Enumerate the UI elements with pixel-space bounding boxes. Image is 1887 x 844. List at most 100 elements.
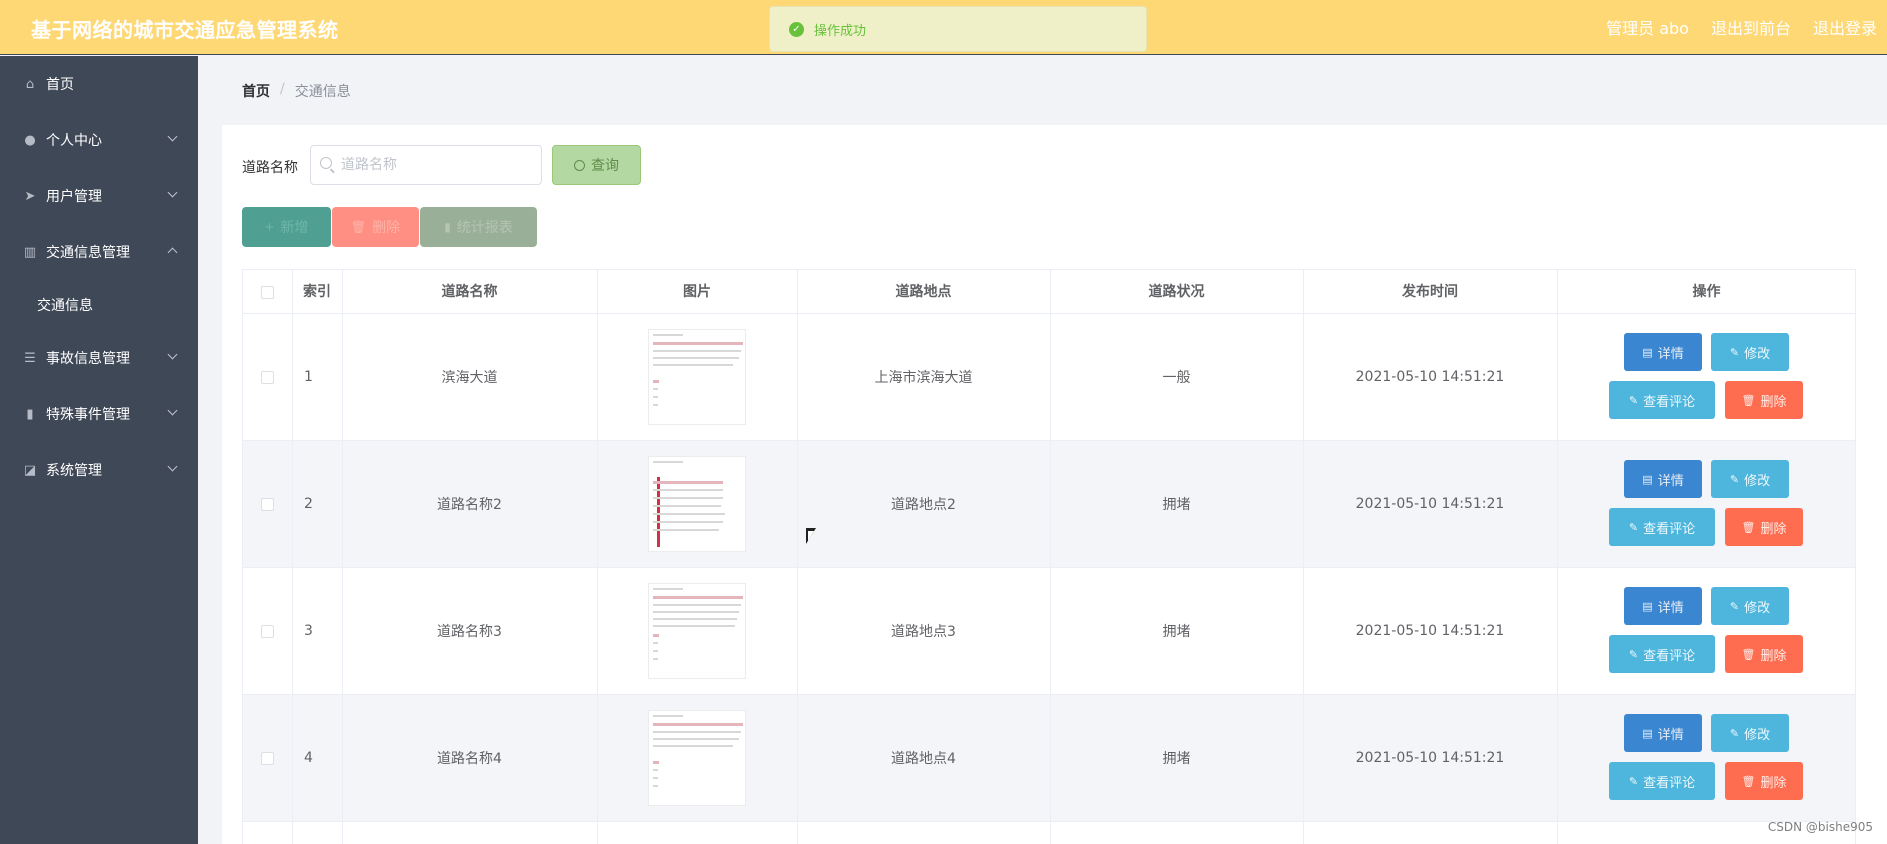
cell-index: 4 [304,750,313,766]
sidebar: ⌂ 首页 ● 个人中心 ➤ 用户管理 ▥ 交通信息管理 交通信息 ☰ 事故信息管… [0,56,198,844]
row-checkbox[interactable] [260,370,274,384]
road-image-thumbnail[interactable] [648,710,746,806]
view-comments-button[interactable]: ✎ 查看评论 [1609,762,1715,800]
query-button[interactable]: 查询 [552,145,641,185]
row-checkbox[interactable] [260,497,274,511]
search-input[interactable] [310,145,542,185]
search-icon [320,157,332,169]
sidebar-item-label: 用户管理 [46,189,102,205]
detail-button[interactable]: ▤ 详情 [1624,460,1702,498]
column-header-index: 索引 [303,284,331,300]
check-circle-icon: ✓ [789,21,804,37]
cell-road-name: 道路名称4 [437,751,502,767]
statistics-report-button[interactable]: ▮ 统计报表 [420,207,537,247]
sidebar-item-accident-management[interactable]: ☰ 事故信息管理 [0,330,198,386]
edit-button[interactable]: ✎ 修改 [1711,587,1789,625]
header-select-all[interactable] [242,270,292,314]
header-actions: 管理员 abo 退出到前台 退出登录 [1606,15,1877,39]
view-comments-button[interactable]: ✎ 查看评论 [1609,381,1715,419]
delete-button[interactable]: 🗑 删除 [1725,762,1803,800]
edit-label: 修改 [1744,727,1771,743]
column-header-publish-time: 发布时间 [1402,284,1458,300]
sidebar-item-system-management[interactable]: ◪ 系统管理 [0,442,198,498]
column-header-location: 道路地点 [895,284,952,300]
edit-icon: ✎ [1628,520,1639,534]
edit-button[interactable]: ✎ 修改 [1711,714,1789,752]
sidebar-item-label: 首页 [46,77,74,93]
edit-icon: ✎ [1729,726,1740,740]
document-icon: ▤ [1642,345,1653,359]
trash-icon: 🗑 [1741,393,1756,407]
to-frontend-link[interactable]: 退出到前台 [1711,15,1791,39]
cell-status: 拥堵 [1162,751,1191,767]
toast-message: 操作成功 [814,23,867,39]
row-checkbox[interactable] [260,751,274,765]
breadcrumb-home[interactable]: 首页 [242,81,270,101]
delete-label: 删除 [1760,648,1787,664]
cell-publish-time: 2021-05-10 14:51:21 [1355,369,1505,385]
road-image-thumbnail[interactable] [648,583,746,679]
cell-actions: ▤ 详情 ✎ 修改 ✎ 查看评论 🗑 删除 [1557,695,1857,821]
cell-index: 1 [304,369,313,385]
cell-status: 拥堵 [1162,497,1191,513]
sidebar-item-traffic-management[interactable]: ▥ 交通信息管理 [0,224,198,280]
plus-icon: + [264,220,275,234]
column-header-status: 道路状况 [1148,284,1205,300]
row-select[interactable] [242,441,292,567]
cell-image [597,695,797,821]
edit-icon: ✎ [1729,599,1740,613]
cell-publish-time: 2021-05-10 14:51:21 [1355,623,1505,639]
detail-button[interactable]: ▤ 详情 [1624,587,1702,625]
column-divider [342,269,343,844]
app-title: 基于网络的城市交通应急管理系统 [31,18,339,42]
column-divider [292,269,293,844]
sidebar-item-label: 系统管理 [46,463,102,479]
road-image-thumbnail[interactable] [648,329,746,425]
sidebar-item-label: 事故信息管理 [46,351,130,367]
columns-icon: ▥ [23,244,37,260]
breadcrumb-separator: / [280,81,285,97]
add-button[interactable]: + 新增 [242,207,331,247]
row-select[interactable] [242,314,292,440]
document-icon: ▤ [1642,726,1653,740]
view-comments-button[interactable]: ✎ 查看评论 [1609,508,1715,546]
view-comments-label: 查看评论 [1643,648,1696,664]
table-row: 3 道路名称3 道路地点3 拥堵 2021-05-10 14:51:21 ▤ 详情… [242,568,1856,695]
chevron-down-icon [167,405,178,416]
row-select[interactable] [242,568,292,694]
sidebar-item-label: 交通信息管理 [46,245,130,261]
delete-button[interactable]: 🗑 删除 [1725,508,1803,546]
edit-button[interactable]: ✎ 修改 [1711,460,1789,498]
list-icon: ☰ [24,350,36,366]
column-divider [1855,269,1856,844]
delete-button[interactable]: 🗑 删除 [1725,635,1803,673]
sidebar-subitem-traffic-info[interactable]: 交通信息 [0,280,198,330]
cell-location: 上海市滨海大道 [874,370,973,386]
add-button-label: 新增 [280,220,309,236]
query-button-label: 查询 [591,158,619,174]
trash-icon: 🗑 [350,220,367,234]
view-comments-label: 查看评论 [1643,394,1696,410]
breadcrumb: 首页 / 交通信息 [242,81,351,101]
select-all-checkbox[interactable] [260,285,274,299]
edit-button[interactable]: ✎ 修改 [1711,333,1789,371]
cell-status: 一般 [1162,370,1191,386]
road-image-thumbnail[interactable] [648,456,746,552]
row-checkbox[interactable] [260,624,274,638]
column-divider [597,269,598,844]
chevron-down-icon [167,187,178,198]
view-comments-button[interactable]: ✎ 查看评论 [1609,635,1715,673]
detail-label: 详情 [1657,346,1684,362]
sidebar-item-special-event-management[interactable]: ▮ 特殊事件管理 [0,386,198,442]
logout-link[interactable]: 退出登录 [1813,15,1877,39]
row-select[interactable] [242,695,292,821]
sidebar-item-home[interactable]: ⌂ 首页 [0,56,198,112]
sidebar-item-personal-center[interactable]: ● 个人中心 [0,112,198,168]
sidebar-item-user-management[interactable]: ➤ 用户管理 [0,168,198,224]
batch-delete-button[interactable]: 🗑 删除 [332,207,419,247]
cell-publish-time: 2021-05-10 14:51:21 [1355,496,1505,512]
delete-button[interactable]: 🗑 删除 [1725,381,1803,419]
detail-button[interactable]: ▤ 详情 [1624,333,1702,371]
table-row: 4 道路名称4 道路地点4 拥堵 2021-05-10 14:51:21 ▤ 详情… [242,695,1856,822]
detail-button[interactable]: ▤ 详情 [1624,714,1702,752]
